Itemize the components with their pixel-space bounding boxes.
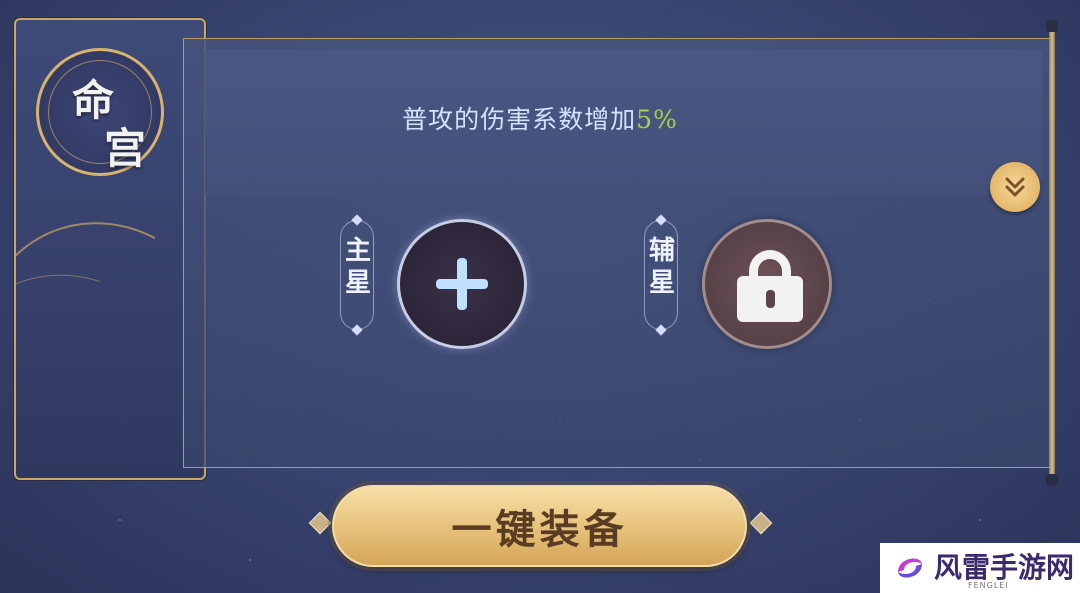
sub-star-slot[interactable] <box>702 219 832 349</box>
bonus-text: 普攻的伤害系数增加 <box>402 105 637 134</box>
main-star-slot[interactable] <box>397 219 527 349</box>
site-watermark: 风雷手游网 FENGLEI <box>880 543 1080 593</box>
expand-button[interactable] <box>990 162 1040 212</box>
lock-icon <box>705 222 829 346</box>
bonus-description: 普攻的伤害系数增加5% <box>0 100 1080 136</box>
watermark-subtext: FENGLEI <box>968 581 1009 590</box>
one-click-equip-button[interactable]: 一键装备 <box>332 485 747 567</box>
double-chevron-down-icon <box>1005 177 1025 197</box>
main-star-label-text: 主星 <box>344 236 371 298</box>
equip-button-label: 一键装备 <box>451 506 628 553</box>
bonus-value: 5% <box>636 105 678 134</box>
plus-icon <box>436 258 488 310</box>
watermark-text: 风雷手游网 <box>934 551 1075 584</box>
scroll-rail <box>1049 22 1055 484</box>
button-gem-decoration <box>749 511 773 535</box>
sub-star-label-text: 辅星 <box>648 236 675 298</box>
main-star-label: 主星 <box>340 214 374 336</box>
sub-star-label: 辅星 <box>644 214 678 336</box>
scroll-rail-cap <box>1046 474 1058 486</box>
scroll-rail-cap <box>1046 20 1058 32</box>
watermark-logo-icon <box>898 558 922 578</box>
button-gem-decoration <box>308 511 332 535</box>
